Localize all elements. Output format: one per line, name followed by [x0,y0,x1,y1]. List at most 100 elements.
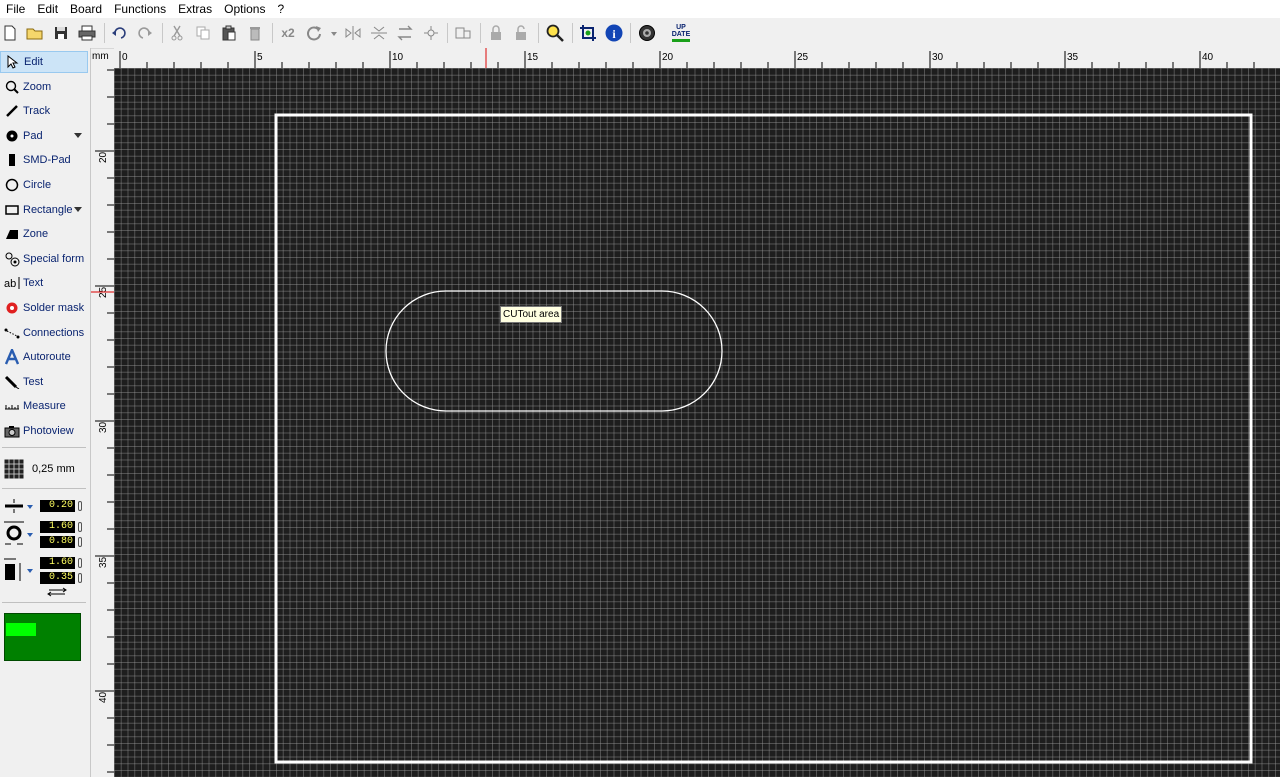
pad-drill-value[interactable]: 0.80 [40,536,75,548]
tool-rectangle[interactable]: Rectangle [0,199,88,221]
circle-icon [4,177,20,193]
menu-board[interactable]: Board [64,0,108,18]
flip-icon[interactable] [395,23,415,43]
ruler-label: 30 [98,421,109,433]
update-label-top: UP [676,24,686,31]
tool-edit[interactable]: Edit [0,51,88,73]
chevron-down-icon[interactable] [74,206,82,212]
board-canvas[interactable]: CUTout area [114,68,1280,777]
paste-icon[interactable] [219,23,239,43]
rotate-icon[interactable] [305,23,325,43]
pad-outer-spinner[interactable] [78,522,82,532]
tool-label: Track [23,105,51,118]
tool-label: Solder mask [23,302,85,314]
undo-icon[interactable] [109,23,129,43]
menu-edit[interactable]: Edit [31,0,64,18]
duplicate-x2-button[interactable]: x2 [277,23,299,43]
smd-height-spinner[interactable] [78,573,82,583]
chevron-down-icon[interactable] [74,132,82,138]
update-label-bottom: DATE [671,31,691,38]
solder-mask-icon [4,300,20,316]
ruler-label: 35 [98,556,109,568]
group-icon[interactable] [453,23,473,43]
grid-selector[interactable]: 0,25 mm [4,459,88,479]
tool-autoroute[interactable]: Autoroute [0,346,88,368]
tool-track[interactable]: Track [0,100,88,122]
ruler-label: 15 [527,52,539,63]
track-width-icon [5,499,23,513]
tool-label: Zoom [23,80,52,93]
text-ab-icon: ab [4,275,20,291]
ruler-icon [4,398,20,414]
mirror-vertical-icon[interactable] [369,23,389,43]
tool-zoom[interactable]: Zoom [0,76,88,98]
tool-text[interactable]: ab Text [0,272,88,294]
swap-arrows-icon[interactable] [47,587,67,597]
tool-zone[interactable]: Zone [0,223,88,245]
tool-smd-pad[interactable]: SMD-Pad [0,149,88,171]
grid-icon [4,459,24,479]
tool-photoview[interactable]: Photoview [0,420,88,442]
tool-label: Test [23,375,44,388]
track-width-spinner[interactable] [78,501,82,511]
cutout-tooltip: CUTout area [500,306,563,323]
copy-icon[interactable] [193,23,213,43]
tool-special-form[interactable]: Special form [0,248,88,270]
special-form-icon [4,251,20,267]
pad-drill-spinner[interactable] [78,537,82,547]
delete-icon[interactable] [245,23,265,43]
align-icon[interactable] [421,23,441,43]
smd-width-value[interactable]: 1.60 [40,557,75,569]
tool-measure[interactable]: Measure [0,395,88,417]
ruler-label: 25 [797,52,809,63]
lock-icon[interactable] [486,23,506,43]
vertical-ruler: 20 25 30 35 40 [91,68,115,777]
layer-preview[interactable] [4,613,81,661]
search-magnifier-icon[interactable] [545,23,565,43]
test-probe-icon [4,374,20,390]
smd-height-value[interactable]: 0.35 [40,572,75,584]
tool-label: Text [23,277,44,290]
tool-label: Circle [23,179,52,191]
tool-label: Zone [23,228,49,241]
board-outline[interactable] [274,113,1253,764]
smd-pad-icon [4,152,20,168]
layer-preview-highlight [6,623,36,636]
tool-label: SMD-Pad [23,154,71,167]
save-icon[interactable] [51,23,71,43]
grid-size-label: 0,25 mm [32,463,75,475]
ruler-unit-label: mm [92,51,109,62]
smd-width-spinner[interactable] [78,558,82,568]
ruler-label: 40 [1202,52,1214,63]
info-icon[interactable]: i [604,23,624,43]
ruler-label: 5 [257,52,263,63]
redo-icon[interactable] [135,23,155,43]
mirror-horizontal-icon[interactable] [343,23,363,43]
menu-help[interactable]: ? [271,0,290,18]
menu-extras[interactable]: Extras [172,0,218,18]
update-button[interactable]: UP DATE [670,23,692,43]
track-width-value[interactable]: 0.20 [40,500,75,512]
tool-circle[interactable]: Circle [0,174,88,196]
unlock-icon[interactable] [511,23,531,43]
tool-connections[interactable]: Connections [0,322,88,344]
ruler-label: 30 [932,52,944,63]
menu-options[interactable]: Options [218,0,271,18]
gear-settings-icon[interactable] [637,23,657,43]
menu-functions[interactable]: Functions [108,0,172,18]
toolbar: x2 i UP DATE [0,18,1280,49]
tool-pad[interactable]: Pad [0,125,88,147]
menu-file[interactable]: File [0,0,31,18]
new-file-icon[interactable] [0,23,20,43]
pad-circle-icon [4,128,20,144]
crop-board-icon[interactable] [578,23,598,43]
pad-size-icon [4,521,24,545]
pad-outer-diameter-value[interactable]: 1.60 [40,521,75,533]
cut-icon[interactable] [167,23,187,43]
camera-icon [4,423,20,439]
smd-size-icon [4,558,21,581]
open-folder-icon[interactable] [25,23,45,43]
print-icon[interactable] [77,23,97,43]
tool-test[interactable]: Test [0,371,88,393]
tool-solder-mask[interactable]: Solder mask [0,297,88,319]
